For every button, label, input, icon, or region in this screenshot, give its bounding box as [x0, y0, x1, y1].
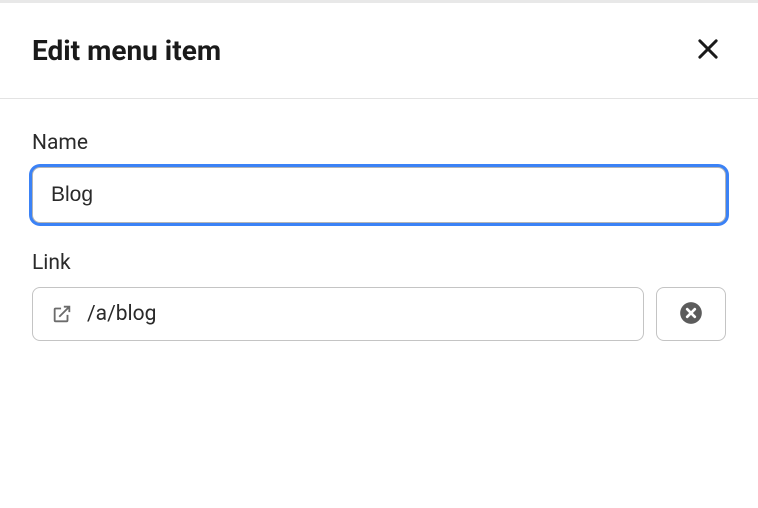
link-field-group: Link /a/blog — [32, 251, 726, 341]
dialog-body: Name Link /a/blog — [0, 99, 758, 341]
name-field-group: Name — [32, 131, 726, 223]
name-input-wrapper — [32, 167, 726, 223]
link-value: /a/blog — [87, 302, 156, 326]
edit-menu-item-dialog: Edit menu item Name Link — [0, 3, 758, 341]
close-icon — [694, 35, 722, 66]
link-row: /a/blog — [32, 287, 726, 341]
link-label: Link — [32, 251, 726, 275]
dialog-title: Edit menu item — [32, 34, 221, 67]
clear-icon — [678, 300, 704, 329]
clear-link-button[interactable] — [656, 287, 726, 341]
external-link-icon — [51, 303, 73, 325]
close-button[interactable] — [690, 31, 726, 70]
name-input[interactable] — [32, 167, 726, 223]
name-label: Name — [32, 131, 726, 155]
dialog-header: Edit menu item — [0, 3, 758, 99]
link-input[interactable]: /a/blog — [32, 287, 644, 341]
